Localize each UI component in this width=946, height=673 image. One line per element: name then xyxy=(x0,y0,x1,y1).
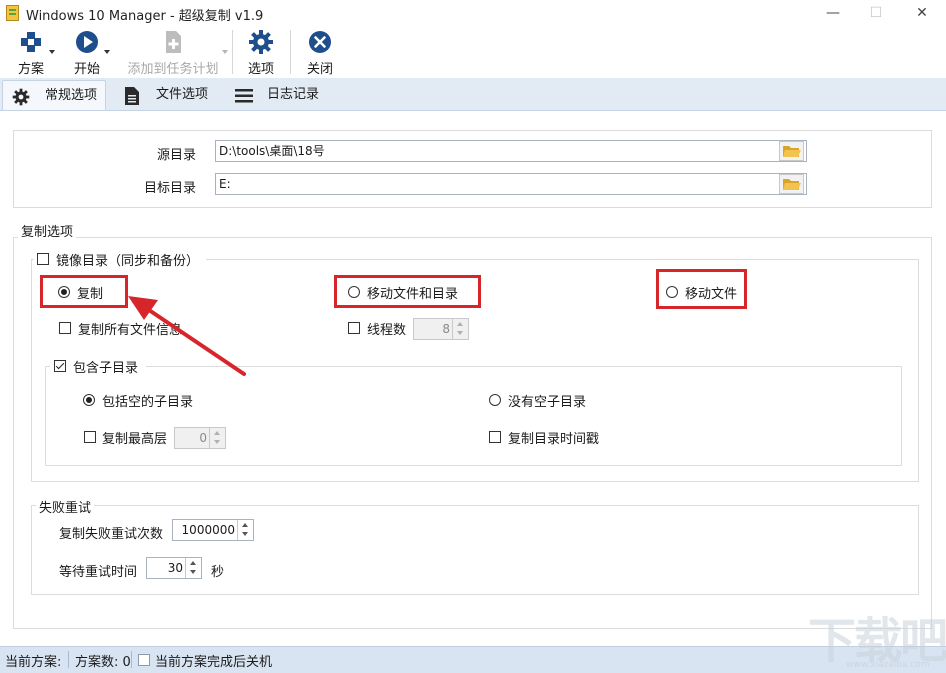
include-empty-radio[interactable] xyxy=(83,394,95,406)
scheme-label: 方案 xyxy=(17,62,44,77)
start-button[interactable]: 开始 xyxy=(64,28,110,78)
target-browse-button[interactable] xyxy=(779,174,804,194)
path-panel: 源目录 D:\tools\桌面\18号 目标目录 E: xyxy=(13,130,932,208)
close-button[interactable]: 关闭 xyxy=(297,28,343,78)
tab-bar: 常规选项 文件选项 日志记录 xyxy=(0,78,946,111)
copy-max-level-checkbox[interactable] xyxy=(84,431,96,443)
retry-wait-unit: 秒 xyxy=(211,565,225,580)
retry-wait-label: 等待重试时间 xyxy=(59,565,138,580)
no-empty-label: 没有空子目录 xyxy=(508,395,587,410)
start-label: 开始 xyxy=(73,62,100,77)
move-files-dirs-label: 移动文件和目录 xyxy=(367,287,459,302)
threads-checkbox[interactable] xyxy=(348,322,360,334)
options-button[interactable]: 选项 xyxy=(238,28,284,78)
retry-title: 失败重试 xyxy=(36,497,95,516)
shutdown-checkbox[interactable] xyxy=(138,654,150,666)
watermark-url: www.xiazaiba.com xyxy=(846,660,930,670)
tab-log[interactable]: 日志记录 xyxy=(232,80,332,110)
target-dir-input[interactable]: E: xyxy=(215,173,807,195)
max-level-stepper-arrows-icon[interactable] xyxy=(209,428,225,448)
copy-options-title: 复制选项 xyxy=(18,221,77,240)
retry-group xyxy=(31,505,919,595)
max-level-stepper[interactable]: 0 xyxy=(174,427,226,449)
scheme-button[interactable]: 方案 xyxy=(8,28,55,78)
document-icon xyxy=(125,87,139,105)
retry-count-stepper-arrows-icon[interactable] xyxy=(237,520,253,540)
toolbar-separator xyxy=(232,30,233,74)
include-subdirs-checkbox[interactable] xyxy=(54,360,66,372)
copy-max-level-label: 复制最高层 xyxy=(102,432,168,447)
options-label: 选项 xyxy=(247,62,274,77)
copy-mode-label: 复制 xyxy=(77,287,104,302)
retry-wait-value: 30 xyxy=(167,561,183,575)
copy-mode-radio[interactable] xyxy=(58,286,70,298)
mirror-option[interactable]: 镜像目录（同步和备份） xyxy=(34,251,206,269)
include-empty-label: 包括空的子目录 xyxy=(102,395,194,410)
source-dir-label: 源目录 xyxy=(157,148,197,163)
target-dir-label: 目标目录 xyxy=(144,181,197,196)
tab-file-options[interactable]: 文件选项 xyxy=(120,80,220,110)
tab-general-label: 常规选项 xyxy=(45,88,98,103)
general-options-panel: 源目录 D:\tools\桌面\18号 目标目录 E: 复制选项 镜像目录（同步… xyxy=(0,111,946,646)
tab-log-label: 日志记录 xyxy=(267,87,320,102)
current-scheme-status: 当前方案: xyxy=(5,655,62,670)
maximize-button[interactable]: ☐ xyxy=(853,0,899,28)
copy-all-info-checkbox[interactable] xyxy=(59,322,71,334)
mirror-checkbox[interactable] xyxy=(37,253,49,265)
folder-open-icon xyxy=(783,146,801,157)
add-task-button[interactable]: 添加到任务计划 xyxy=(124,28,228,78)
move-files-dirs-radio[interactable] xyxy=(348,286,360,298)
app-icon xyxy=(6,5,19,21)
title-bar: Windows 10 Manager - 超级复制 v1.9 — ☐ ✕ xyxy=(0,0,946,28)
retry-wait-stepper-arrows-icon[interactable] xyxy=(185,558,201,578)
add-task-dropdown-arrow-icon xyxy=(222,50,228,54)
gear-icon xyxy=(12,88,30,106)
list-icon xyxy=(235,89,253,103)
move-files-radio[interactable] xyxy=(666,286,678,298)
no-empty-radio[interactable] xyxy=(489,394,501,406)
scheme-dropdown-arrow-icon xyxy=(49,50,55,54)
close-window-button[interactable]: ✕ xyxy=(899,0,945,28)
status-separator xyxy=(68,651,69,668)
minimize-button[interactable]: — xyxy=(810,0,856,28)
folder-open-icon xyxy=(783,179,801,190)
gear-icon xyxy=(249,30,273,54)
close-circle-icon xyxy=(309,31,331,53)
toolbar-separator xyxy=(290,30,291,74)
add-task-label: 添加到任务计划 xyxy=(127,62,219,77)
start-dropdown-arrow-icon xyxy=(104,50,110,54)
window-title: Windows 10 Manager - 超级复制 v1.9 xyxy=(26,9,264,24)
retry-count-label: 复制失败重试次数 xyxy=(59,527,164,542)
source-dir-input[interactable]: D:\tools\桌面\18号 xyxy=(215,140,807,162)
source-browse-button[interactable] xyxy=(779,141,804,161)
max-level-value: 0 xyxy=(199,431,207,445)
tab-general[interactable]: 常规选项 xyxy=(2,80,106,110)
move-files-label: 移动文件 xyxy=(685,287,738,302)
status-separator xyxy=(131,651,132,668)
gamepad-icon xyxy=(21,32,41,52)
mirror-label: 镜像目录（同步和备份） xyxy=(56,254,200,269)
retry-wait-stepper[interactable]: 30 xyxy=(146,557,202,579)
scheme-count-status: 方案数: 0 xyxy=(75,655,131,670)
status-bar: 当前方案: 方案数: 0 当前方案完成后关机 xyxy=(0,646,946,673)
copy-dir-timestamp-label: 复制目录时间戳 xyxy=(508,432,600,447)
add-document-icon xyxy=(166,31,181,53)
tab-file-options-label: 文件选项 xyxy=(156,87,209,102)
annotation-arrow-icon xyxy=(128,296,246,376)
close-label: 关闭 xyxy=(306,62,333,77)
threads-stepper-arrows-icon[interactable] xyxy=(452,319,468,339)
retry-count-stepper[interactable]: 1000000 xyxy=(172,519,254,541)
threads-stepper[interactable]: 8 xyxy=(413,318,469,340)
threads-label: 线程数 xyxy=(367,323,407,338)
play-icon xyxy=(76,31,98,53)
shutdown-label: 当前方案完成后关机 xyxy=(155,655,273,670)
threads-value: 8 xyxy=(442,322,450,336)
retry-count-value: 1000000 xyxy=(181,523,235,537)
toolbar: 方案 开始 添加到任务计划 选项 关闭 xyxy=(0,28,946,78)
copy-dir-timestamp-checkbox[interactable] xyxy=(489,431,501,443)
